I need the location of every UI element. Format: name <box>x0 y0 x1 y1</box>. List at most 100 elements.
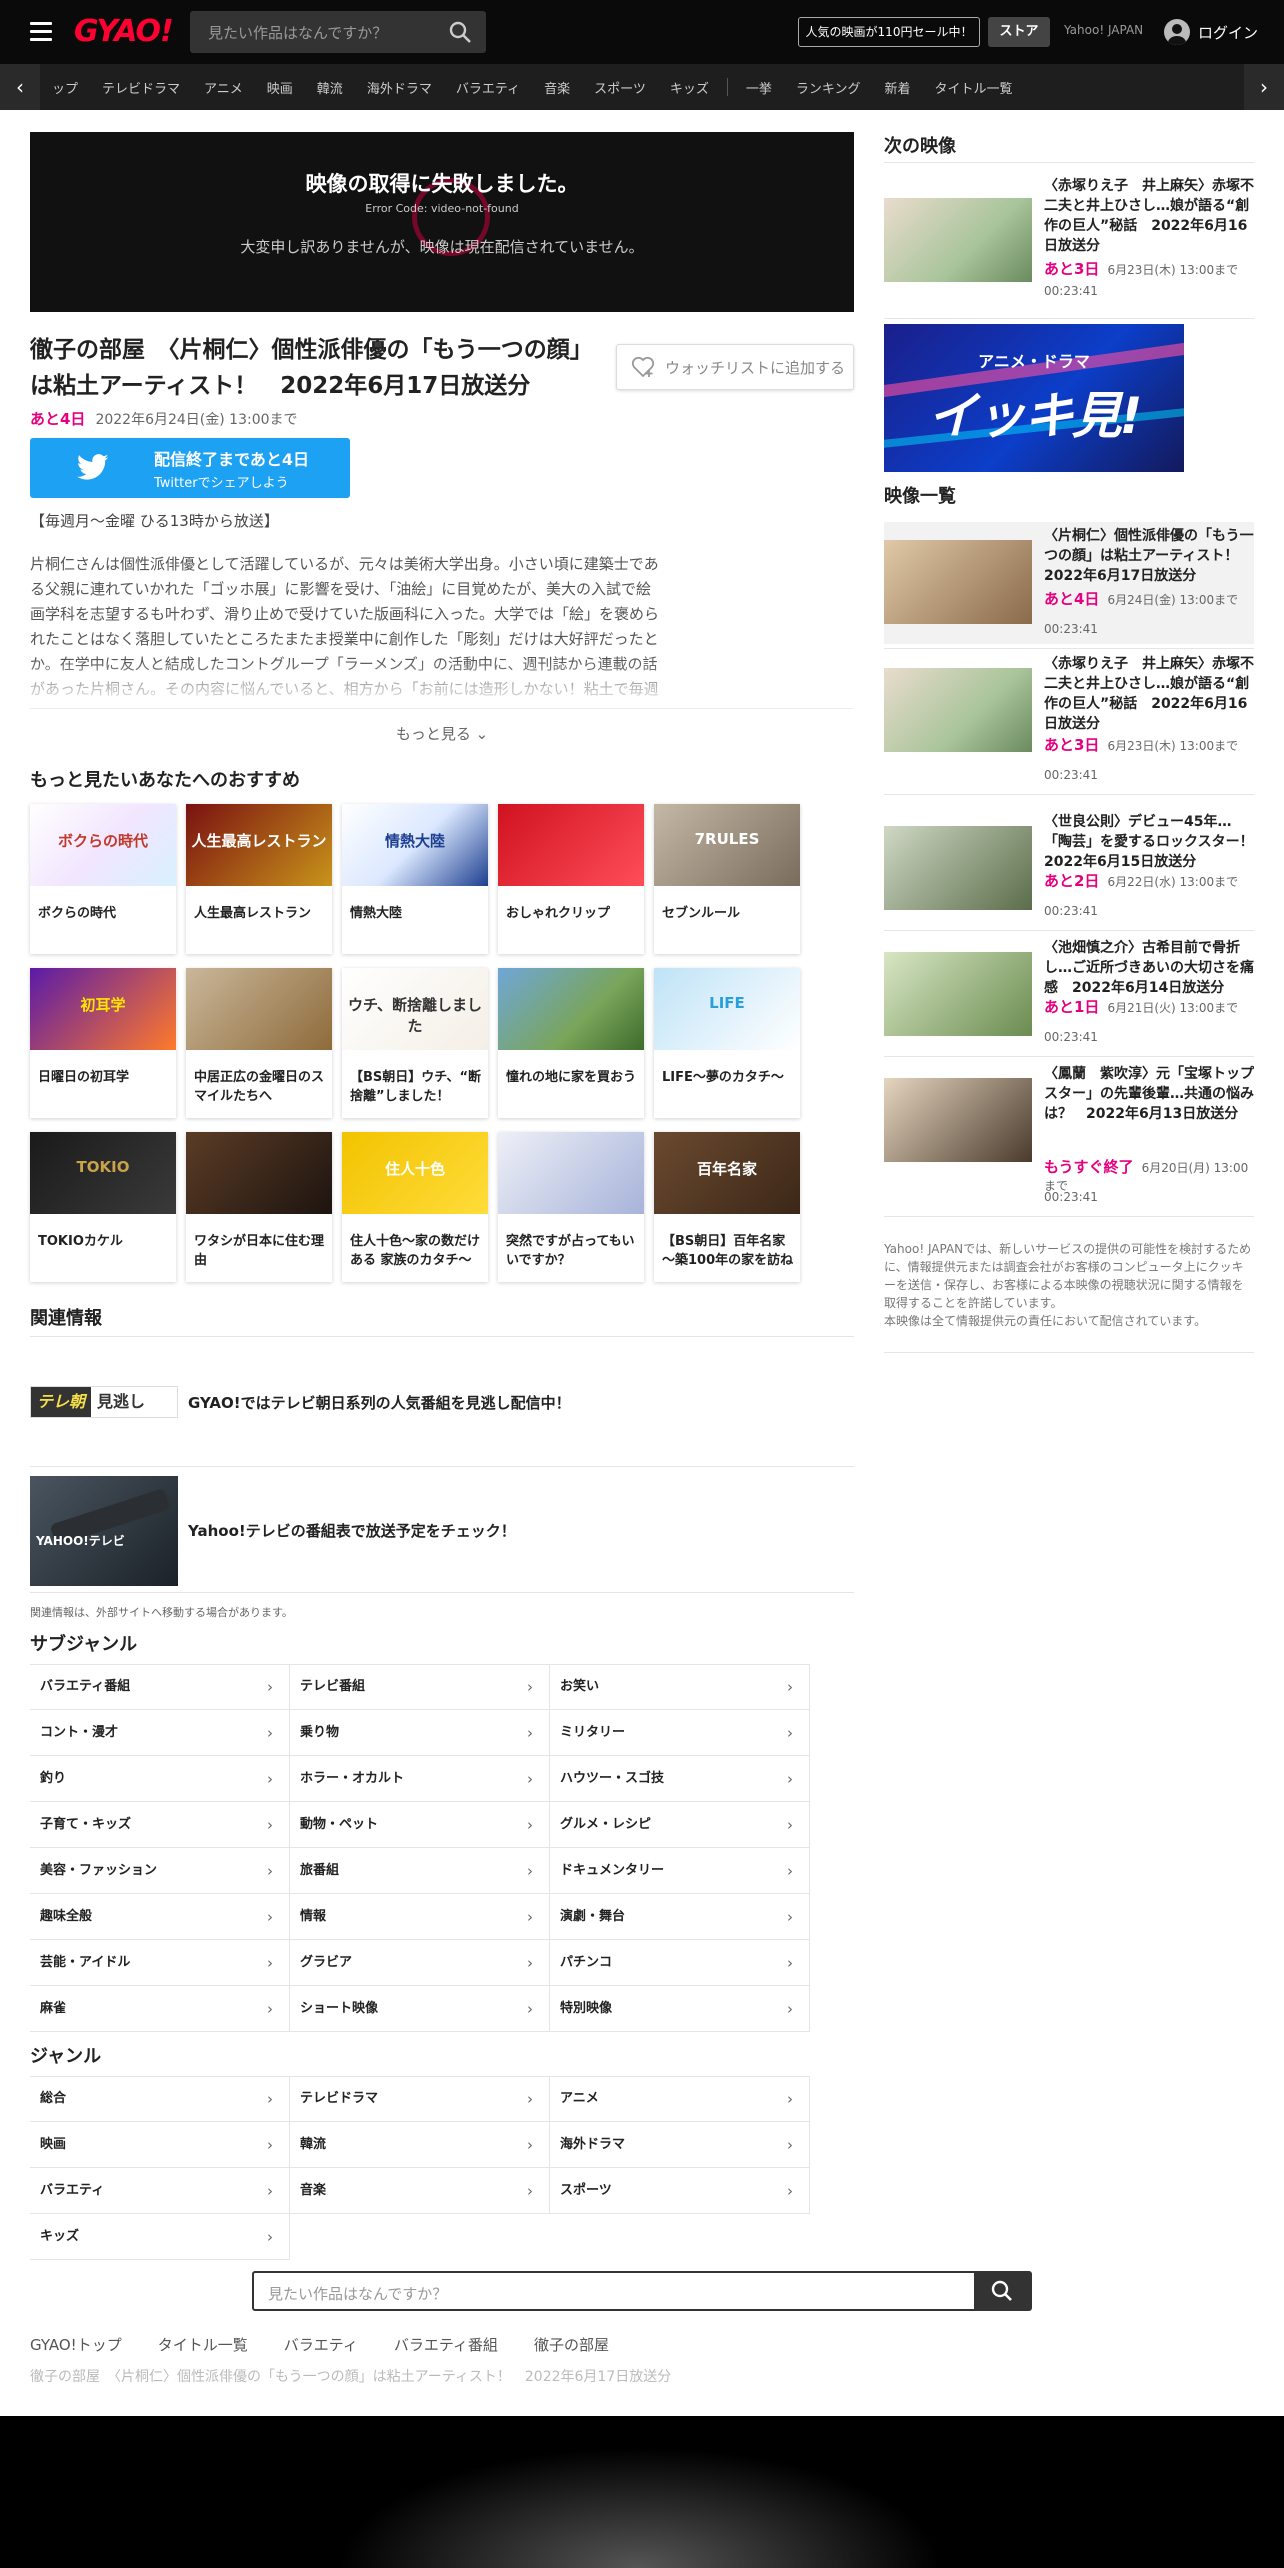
nav-item[interactable]: 新着 <box>884 78 910 97</box>
subgenre-item[interactable]: 美容・ファッション › <box>30 1848 290 1894</box>
breadcrumb-item[interactable]: タイトル一覧 <box>158 2334 248 2355</box>
subgenre-item[interactable]: ショート映像 › <box>290 1986 550 2032</box>
genre-item[interactable]: 海外ドラマ › <box>550 2122 810 2168</box>
recommend-card[interactable]: LIFE LIFE～夢のカタチ～ <box>654 968 800 1118</box>
subgenre-item[interactable]: 旅番組 › <box>290 1848 550 1894</box>
subgenre-item[interactable]: グルメ・レシピ › <box>550 1802 810 1848</box>
video-list-item[interactable]: 〈赤塚りえ子 井上麻矢〉赤塚不二夫と井上ひさし…娘が語る“創作の巨人”秘話 20… <box>884 650 1254 790</box>
show-more-button[interactable]: もっと見る ⌄ <box>30 708 854 758</box>
genre-item[interactable]: バラエティ › <box>30 2168 290 2214</box>
genre-item[interactable]: 韓流 › <box>290 2122 550 2168</box>
genre-item[interactable]: 音楽 › <box>290 2168 550 2214</box>
subgenre-item[interactable]: 情報 › <box>290 1894 550 1940</box>
search-input[interactable]: 見たい作品はなんですか？ <box>208 22 387 43</box>
recommend-card[interactable]: 人生最高レストラン 人生最高レストラン <box>186 804 332 954</box>
bottom-search-button[interactable] <box>974 2273 1030 2309</box>
recommend-card[interactable]: 初耳学 日曜日の初耳学 <box>30 968 176 1118</box>
bottom-search-input[interactable]: 見たい作品はなんですか？ <box>268 2283 447 2304</box>
nav-item[interactable]: 音楽 <box>544 78 570 97</box>
login-label: ログイン <box>1198 23 1259 42</box>
genre-item[interactable]: キッズ › <box>30 2214 290 2260</box>
subgenre-item[interactable]: 特別映像 › <box>550 1986 810 2032</box>
add-watchlist-button[interactable]: ウォッチリストに追加する <box>616 344 854 390</box>
genre-item[interactable]: 映画 › <box>30 2122 290 2168</box>
subgenre-item[interactable]: 乗り物 › <box>290 1710 550 1756</box>
subgenre-item[interactable]: 子育て・キッズ › <box>30 1802 290 1848</box>
twitter-line1: 配信終了まであと4日 <box>154 450 309 469</box>
login-button[interactable]: ログイン <box>1164 18 1258 46</box>
video-list-item[interactable]: 〈池畑慎之介〉古希目前で骨折し…ご近所づきあいの大切さを痛感 2022年6月14… <box>884 934 1254 1052</box>
nav-item[interactable]: ップ <box>52 78 78 97</box>
subgenre-item[interactable]: ホラー・オカルト › <box>290 1756 550 1802</box>
subgenre-item[interactable]: 釣り › <box>30 1756 290 1802</box>
recommend-card[interactable]: 突然ですが占ってもいいですか？ <box>498 1132 644 1282</box>
subgenre-item[interactable]: 趣味全般 › <box>30 1894 290 1940</box>
yahoo-japan-link[interactable]: Yahoo! JAPAN <box>1064 23 1143 37</box>
subgenre-item[interactable]: 芸能・アイドル › <box>30 1940 290 1986</box>
genre-item-label: キッズ <box>40 2229 80 2244</box>
breadcrumb-item[interactable]: 徹子の部屋 <box>534 2334 609 2355</box>
genre-item[interactable]: アニメ › <box>550 2076 810 2122</box>
search-icon[interactable] <box>448 20 472 44</box>
twitter-share-button[interactable]: 配信終了まであと4日 Twitterでシェアしよう <box>30 438 350 498</box>
nav-item[interactable]: 映画 <box>267 78 293 97</box>
subgenre-item[interactable]: 演劇・舞台 › <box>550 1894 810 1940</box>
subgenre-item[interactable]: コント・漫才 › <box>30 1710 290 1756</box>
subgenre-item[interactable]: 麻雀 › <box>30 1986 290 2032</box>
video-list-item[interactable]: 〈世良公則〉デビュー45年…「陶芸」を愛するロックスター！ 2022年6月15日… <box>884 808 1254 926</box>
subgenre-item[interactable]: グラビア › <box>290 1940 550 1986</box>
nav-item[interactable]: 韓流 <box>317 78 343 97</box>
video-list-item[interactable]: 〈片桐仁〉個性派俳優の「もう一つの顔」は粘土アーティスト！ 2022年6月17日… <box>884 522 1254 644</box>
breadcrumb-item[interactable]: バラエティ <box>284 2334 358 2355</box>
related-item-tvasahi[interactable]: テレ朝 見逃し GYAO!ではテレビ朝日系列の人気番組を見逃し配信中！ <box>30 1356 854 1452</box>
subgenre-item[interactable]: ハウツー・スゴ技 › <box>550 1756 810 1802</box>
subgenre-item[interactable]: パチンコ › <box>550 1940 810 1986</box>
nav-item[interactable]: アニメ <box>204 78 243 97</box>
subgenre-item[interactable]: ミリタリー › <box>550 1710 810 1756</box>
recommend-card[interactable]: 情熱大陸 情熱大陸 <box>342 804 488 954</box>
breadcrumb-item[interactable]: GYAO!トップ <box>30 2334 122 2355</box>
nav-item[interactable]: ランキング <box>796 78 861 97</box>
recommend-card[interactable]: 中居正広の金曜日のスマイルたちへ <box>186 968 332 1118</box>
video-list-item[interactable]: 〈鳳蘭 紫吹淳〉元「宝塚トップスター」の先輩後輩…共通の悩みは？ 2022年6月… <box>884 1060 1254 1212</box>
nav-item[interactable]: タイトル一覧 <box>935 78 1013 97</box>
recommend-card[interactable]: ワタシが日本に住む理由 <box>186 1132 332 1282</box>
recommend-card[interactable]: ウチ、断捨離しました 【BS朝日】ウチ、“断捨離”しました！ <box>342 968 488 1118</box>
movie-sale-button[interactable]: 人気の映画が110円セール中！ <box>798 17 980 47</box>
nav-item[interactable]: キッズ <box>670 78 709 97</box>
breadcrumb-item[interactable]: バラエティ番組 <box>394 2334 498 2355</box>
gyao-logo[interactable]: GYAO! <box>74 14 174 49</box>
genre-item[interactable]: スポーツ › <box>550 2168 810 2214</box>
nav-right-arrow-icon[interactable]: › <box>1244 64 1284 110</box>
video-player[interactable]: 映像の取得に失敗しました。 Error Code: video-not-foun… <box>30 132 854 312</box>
recommend-card[interactable]: 住人十色 住人十色～家の数だけある 家族のカタチ～ <box>342 1132 488 1282</box>
related-item-yahoo-tv[interactable]: YAHOO!テレビ Yahoo!テレビの番組表で放送予定をチェック！ <box>30 1476 854 1586</box>
recommend-card[interactable]: 百年名家 【BS朝日】百年名家～築100年の家を訪ね <box>654 1132 800 1282</box>
nav-item[interactable]: 海外ドラマ <box>367 78 432 97</box>
subgenre-item-label: グルメ・レシピ <box>560 1817 652 1832</box>
ikkimi-banner[interactable]: アニメ・ドラマ イッキ見! <box>884 324 1184 472</box>
recommend-card[interactable]: 憧れの地に家を買おう <box>498 968 644 1118</box>
search-box[interactable]: 見たい作品はなんですか？ <box>190 11 486 53</box>
subgenre-item[interactable]: 動物・ペット › <box>290 1802 550 1848</box>
nav-item[interactable]: 一挙 <box>746 78 772 97</box>
subgenre-item[interactable]: ドキュメンタリー › <box>550 1848 810 1894</box>
nav-item[interactable]: バラエティ <box>456 78 520 97</box>
nav-item[interactable]: スポーツ <box>594 78 646 97</box>
next-video-card[interactable]: 〈赤塚りえ子 井上麻矢〉赤塚不二夫と井上ひさし…娘が語る“創作の巨人”秘話 20… <box>884 172 1254 312</box>
nav-left-arrow-icon[interactable]: ‹ <box>0 64 40 110</box>
recommend-card[interactable]: ボクらの時代 ボクらの時代 <box>30 804 176 954</box>
genre-item[interactable]: 総合 › <box>30 2076 290 2122</box>
genre-item[interactable]: テレビドラマ › <box>290 2076 550 2122</box>
nav-item[interactable]: テレビドラマ <box>102 78 180 97</box>
subgenre-item[interactable]: お笑い › <box>550 1664 810 1710</box>
subgenre-item[interactable]: バラエティ番組 › <box>30 1664 290 1710</box>
recommend-card[interactable]: 7RULES セブンルール <box>654 804 800 954</box>
recommend-card[interactable]: おしゃれクリップ <box>498 804 644 954</box>
store-button[interactable]: ストア <box>988 17 1050 47</box>
recommend-card[interactable]: TOKIO TOKIOカケル <box>30 1132 176 1282</box>
chevron-right-icon: › <box>267 2228 273 2246</box>
menu-icon[interactable] <box>30 22 52 42</box>
subgenre-item[interactable]: テレビ番組 › <box>290 1664 550 1710</box>
bottom-search-box[interactable]: 見たい作品はなんですか？ <box>252 2271 1032 2311</box>
